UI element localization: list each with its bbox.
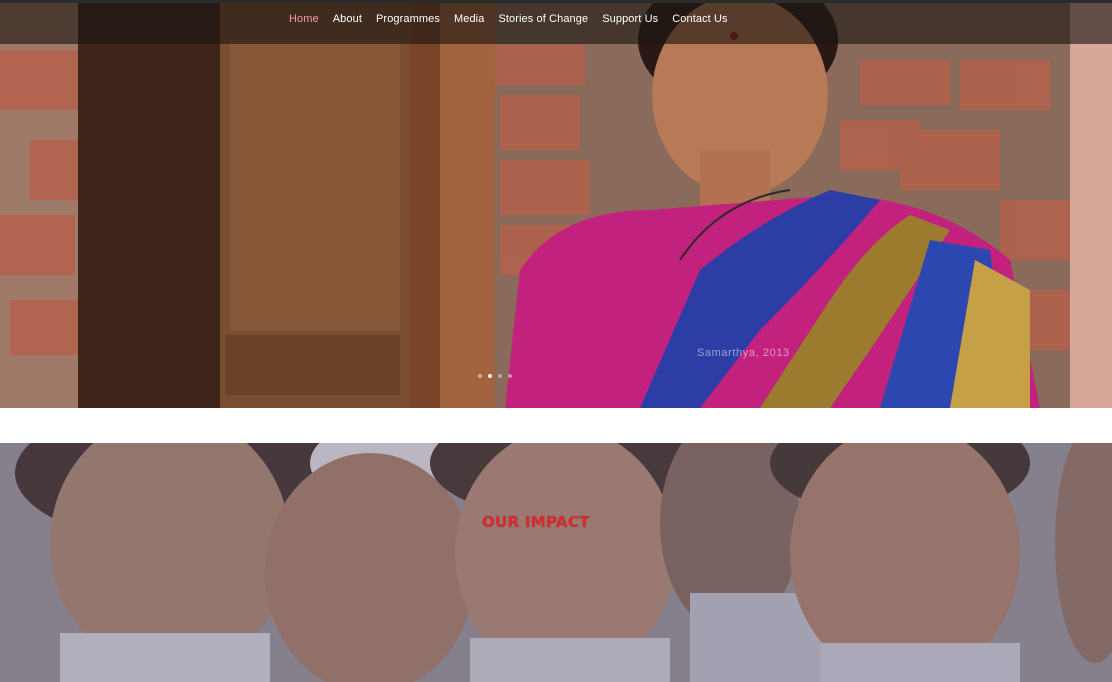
impact-section: OUR IMPACT <box>0 443 1112 682</box>
nav-item-stories-of-change[interactable]: Stories of Change <box>491 13 595 25</box>
nav-item-support-us[interactable]: Support Us <box>595 13 665 25</box>
slide-dot[interactable] <box>508 374 512 378</box>
nav-item-media[interactable]: Media <box>447 13 491 25</box>
nav-menu: Home About Programmes Media Stories of C… <box>282 13 735 25</box>
slide-dot-active[interactable] <box>488 374 492 378</box>
slide-dot[interactable] <box>498 374 502 378</box>
impact-photo-children <box>0 443 1112 682</box>
nav-item-about[interactable]: About <box>326 13 369 25</box>
nav-item-home[interactable]: Home <box>282 13 326 25</box>
slideshow-indicators <box>478 374 512 378</box>
main-navigation: Home About Programmes Media Stories of C… <box>0 0 1112 44</box>
nav-item-programmes[interactable]: Programmes <box>369 13 447 25</box>
slide-caption: Samarthya, 2013 <box>697 347 790 359</box>
hero-photo-woman-in-saree <box>0 0 1112 408</box>
hero-slideshow: Home About Programmes Media Stories of C… <box>0 0 1112 408</box>
nav-item-contact-us[interactable]: Contact Us <box>665 13 734 25</box>
impact-heading: OUR IMPACT <box>482 513 590 531</box>
slide-dot[interactable] <box>478 374 482 378</box>
